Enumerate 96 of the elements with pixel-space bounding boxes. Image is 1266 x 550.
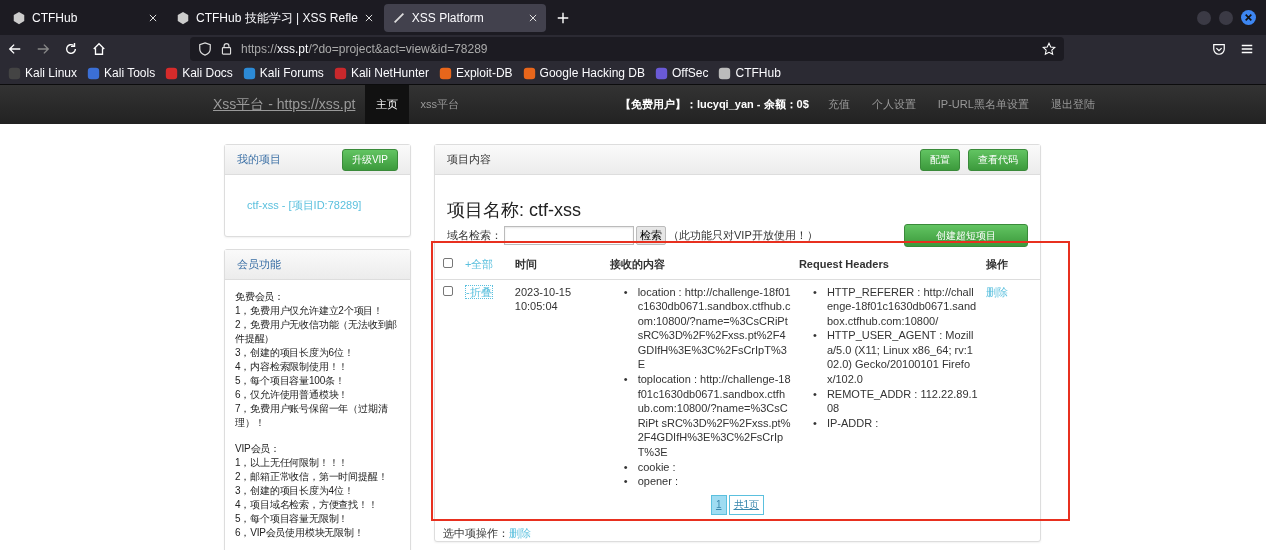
- bookmark-icon: [165, 66, 179, 80]
- create-project-button[interactable]: 创建超短项目: [904, 224, 1028, 247]
- action-button[interactable]: 配置: [920, 148, 960, 171]
- bullet: •: [812, 386, 818, 402]
- user-info: 【免费用户】：lucyqi_yan - 余额：0$: [619, 97, 809, 113]
- member-text: 6，仅允许使用普通模块！: [235, 387, 350, 402]
- list-item: cookie :: [637, 459, 676, 475]
- list-item: REMOTE_ADDR : 112.22.89.108: [826, 386, 979, 416]
- cube-icon: [12, 10, 26, 25]
- member-text: 免费会员：: [235, 289, 285, 304]
- member-text: 4，内容检索限制使用！！: [235, 359, 350, 374]
- page-link[interactable]: 1: [710, 494, 727, 515]
- panel-title: 我的项目: [237, 152, 281, 168]
- bookmark-icon: [87, 66, 101, 80]
- bookmark[interactable]: Kali NetHunter: [333, 64, 429, 82]
- bookmark-icon: [333, 66, 347, 80]
- list-item: opener :: [637, 474, 678, 489]
- bookmark-icon: [242, 66, 256, 80]
- column-header: 操作: [986, 257, 1009, 270]
- browser-tab[interactable]: CTFHub 技能学习 | XSS Refle: [168, 3, 382, 32]
- nav-link[interactable]: xss平台: [409, 85, 470, 124]
- plus-icon[interactable]: [555, 10, 570, 25]
- row-checkbox[interactable]: [443, 285, 453, 296]
- member-text: 1，免费用户仅允许建立2个项目！: [235, 303, 384, 318]
- bullet: •: [623, 459, 629, 475]
- lock-icon: [220, 42, 233, 55]
- close-icon[interactable]: [363, 12, 374, 23]
- member-text: 7，免费用户账号保留一年（过期清理）！: [235, 401, 389, 430]
- nav-link[interactable]: 退出登陆: [1039, 85, 1106, 124]
- bullet: •: [623, 474, 629, 489]
- star-icon[interactable]: [1042, 41, 1056, 56]
- list-item: HTTP_USER_AGENT : Mozilla/5.0 (X11; Linux x86_64; rv:102.0) Gecko/20100101 Firefox/102.0: [826, 328, 975, 387]
- bullet: •: [812, 415, 818, 431]
- forward-arrow-icon[interactable]: [36, 41, 50, 56]
- bookmark[interactable]: Kali Linux: [8, 64, 78, 82]
- bookmark[interactable]: Google Hacking DB: [522, 64, 645, 82]
- nav-link[interactable]: 充值: [816, 85, 861, 124]
- bookmark-icon: [522, 66, 536, 80]
- bookmark-icon: [8, 66, 21, 80]
- reload-icon[interactable]: [64, 41, 78, 56]
- bullet: •: [812, 328, 818, 344]
- member-text: 6，VIP会员使用模块无限制！: [235, 525, 365, 540]
- url-text: https://xss.pt/?do=project&act=view&id=78289: [241, 40, 489, 58]
- project-title: 项目名称: ctf-xss: [447, 199, 582, 222]
- browser-tab[interactable]: CTFHub: [4, 3, 166, 32]
- column-header: 时间: [514, 257, 537, 270]
- page-link[interactable]: 共1页: [728, 494, 765, 515]
- panel-title: 会员功能: [237, 256, 281, 272]
- member-text: 1，以上无任何限制！！！: [235, 455, 350, 470]
- action-button[interactable]: 查看代码: [968, 148, 1028, 171]
- bookmark-icon: [718, 66, 732, 80]
- select-all-checkbox[interactable]: [443, 257, 453, 268]
- vip-note: （此功能只对VIP开放使用！）: [668, 228, 818, 244]
- footer-label: 选中项操作：: [443, 526, 509, 539]
- bookmark[interactable]: Kali Forums: [242, 64, 324, 82]
- list-item: HTTP_REFERER : http://challenge-18f01c1630db0671.sandbox.ctfhub.com:10800/: [826, 284, 978, 329]
- member-text: 2，免费用户无收信功能（无法收到邮件提醒）: [235, 317, 399, 346]
- slash-icon: [391, 10, 406, 25]
- site-brand[interactable]: Xss平台 - https://xss.pt: [213, 94, 356, 115]
- bullet: •: [812, 284, 818, 300]
- bookmark-icon: [655, 66, 668, 80]
- bookmark[interactable]: Kali Tools: [87, 64, 156, 82]
- bookmark[interactable]: Exploit-DB: [438, 64, 513, 82]
- pocket-icon[interactable]: [1212, 41, 1226, 56]
- upgrade-vip-button[interactable]: 升级VIP: [341, 148, 398, 171]
- cube-icon: [176, 10, 190, 25]
- close-icon[interactable]: [527, 12, 538, 23]
- bookmark-icon: [438, 66, 452, 80]
- column-header: Request Headers: [798, 257, 889, 270]
- back-arrow-icon[interactable]: [8, 41, 22, 56]
- list-item: IP-ADDR :: [826, 415, 879, 431]
- member-text: 5，每个项目容量100条！: [235, 373, 346, 388]
- nav-link[interactable]: 个人设置: [860, 85, 927, 124]
- close-icon[interactable]: [1241, 10, 1256, 25]
- address-bar[interactable]: https://xss.pt/?do=project&act=view&id=78289: [190, 36, 1064, 61]
- column-header: 接收的内容: [609, 257, 665, 270]
- bookmark[interactable]: CTFHub: [718, 64, 781, 82]
- member-text: VIP会员：: [235, 441, 281, 456]
- bookmark[interactable]: Kali Docs: [165, 64, 233, 82]
- browser-tab[interactable]: XSS Platform: [383, 3, 546, 32]
- search-label: 域名检索：: [447, 228, 502, 244]
- member-text: 5，每个项目容量无限制！: [235, 511, 350, 526]
- member-text: 4，项目域名检索，方便查找！！: [235, 497, 379, 512]
- shield-icon: [198, 41, 212, 56]
- bookmark[interactable]: OffSec: [655, 64, 709, 82]
- bullet: •: [623, 284, 629, 300]
- panel-title: 项目内容: [447, 152, 491, 168]
- nav-link[interactable]: IP-URL黑名单设置: [926, 85, 1040, 124]
- nav-link[interactable]: 主页: [365, 85, 410, 124]
- home-icon[interactable]: [92, 41, 106, 56]
- member-text: 3，创建的项目长度为6位！: [235, 345, 355, 360]
- member-text: 3，创建的项目长度为4位！: [235, 483, 355, 498]
- table-cell: 2023-10-15 10:05:04: [514, 285, 572, 313]
- bullet: •: [623, 372, 629, 388]
- member-text: 2，邮箱正常收信，第一时间提醒！: [235, 469, 389, 484]
- close-icon[interactable]: [148, 12, 158, 23]
